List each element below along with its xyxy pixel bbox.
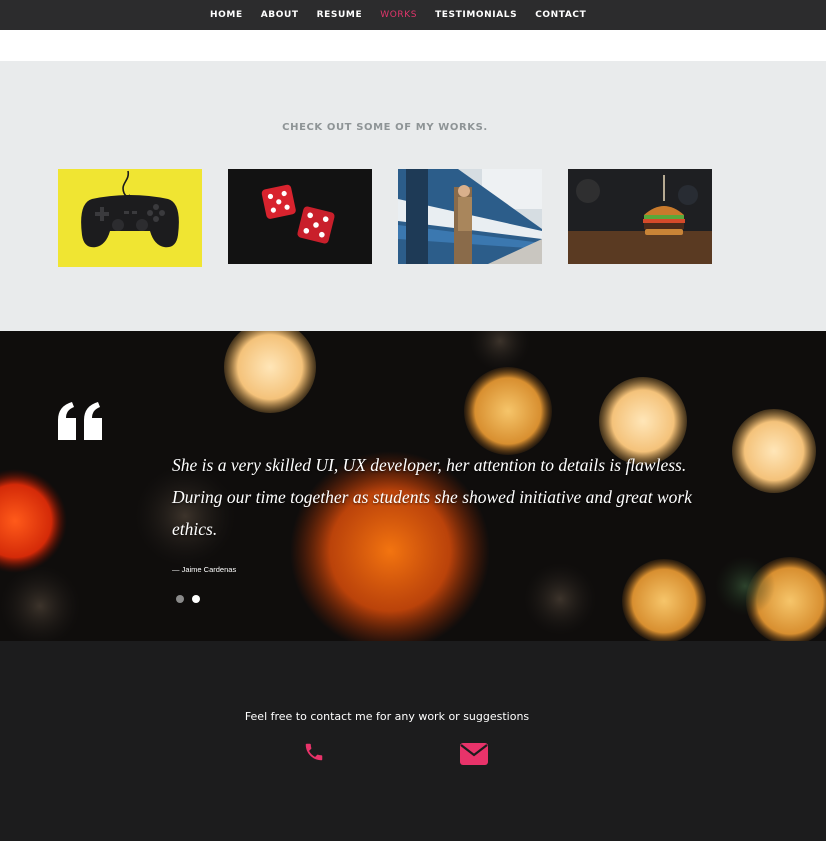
envelope-icon[interactable]: [460, 743, 488, 770]
testimonials-section: She is a very skilled UI, UX developer, …: [0, 331, 826, 641]
nav-item-home[interactable]: HOME: [210, 10, 243, 20]
slider-dot-2[interactable]: [192, 595, 200, 603]
work-thumbnail-burger[interactable]: [568, 169, 712, 264]
works-section: CHECK OUT SOME OF MY WORKS.: [0, 61, 826, 331]
nav-item-resume[interactable]: RESUME: [317, 10, 363, 20]
work-thumbnail-red-dice[interactable]: [228, 169, 372, 264]
phone-icon[interactable]: [303, 741, 325, 768]
quote-icon: [58, 402, 104, 445]
nav-menu: HOME ABOUT RESUME WORKS TESTIMONIALS CON…: [210, 0, 604, 30]
testimonial-author: — Jaime Cardenas: [172, 565, 237, 574]
works-heading: CHECK OUT SOME OF MY WORKS.: [282, 122, 488, 133]
contact-section: Feel free to contact me for any work or …: [0, 641, 826, 841]
testimonial-quote: She is a very skilled UI, UX developer, …: [172, 455, 692, 539]
nav-item-about[interactable]: ABOUT: [261, 10, 299, 20]
nav-item-works[interactable]: WORKS: [380, 10, 417, 20]
slider-dot-1[interactable]: [176, 595, 184, 603]
top-navigation: HOME ABOUT RESUME WORKS TESTIMONIALS CON…: [0, 0, 826, 30]
contact-message: Feel free to contact me for any work or …: [244, 710, 530, 723]
nav-item-testimonials[interactable]: TESTIMONIALS: [435, 10, 517, 20]
header-spacer: [0, 30, 826, 61]
work-thumbnail-man-at-train[interactable]: [398, 169, 542, 264]
nav-item-contact[interactable]: CONTACT: [535, 10, 586, 20]
work-thumbnail-game-controller[interactable]: [58, 169, 202, 267]
